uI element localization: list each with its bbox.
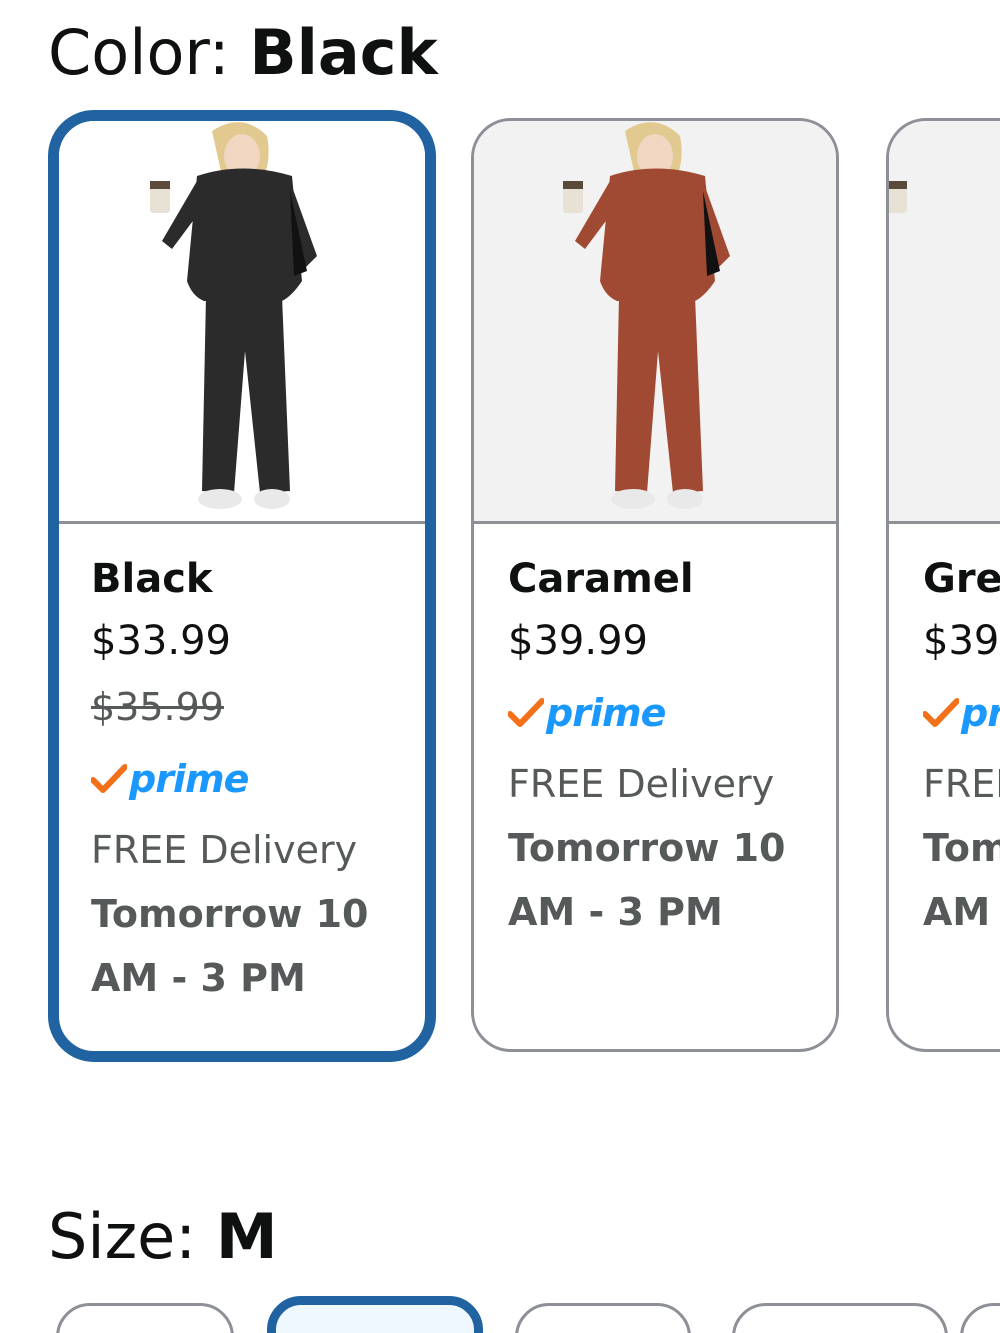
delivery-label: FREE Delivery bbox=[91, 828, 358, 872]
size-option-selected[interactable] bbox=[267, 1296, 483, 1333]
option-price: $33.99 bbox=[91, 618, 231, 664]
option-name: Black bbox=[91, 556, 213, 602]
size-option[interactable] bbox=[515, 1303, 691, 1333]
model-figure-black bbox=[150, 122, 317, 509]
product-image-black bbox=[59, 121, 425, 524]
size-option[interactable] bbox=[732, 1303, 948, 1333]
size-heading: Size: M bbox=[48, 1206, 278, 1268]
prime-label: prime bbox=[961, 691, 1000, 735]
prime-badge: prime bbox=[91, 740, 425, 818]
color-option-black[interactable]: Black $33.99 $35.99 prime FREE Delivery … bbox=[48, 110, 436, 1062]
product-image-grey bbox=[889, 121, 1000, 524]
delivery-date-line2: AM - 3 PM bbox=[923, 890, 1000, 934]
delivery-date-line2: AM - 3 PM bbox=[91, 956, 306, 1000]
size-heading-value: M bbox=[215, 1200, 278, 1273]
prime-check-icon bbox=[508, 698, 544, 727]
prime-label: prime bbox=[129, 757, 249, 801]
delivery-date-line1: Tomorrow 10 bbox=[508, 826, 786, 870]
model-figure-grey bbox=[889, 181, 907, 213]
option-info-caramel: Caramel $39.99 prime FREE Delivery Tomor… bbox=[474, 524, 836, 944]
color-option-grey[interactable]: Grey $39.99 prime FREE Delivery Tomorrow… bbox=[886, 118, 1000, 1052]
prime-check-icon bbox=[923, 698, 959, 727]
delivery-label: FREE Delivery bbox=[508, 762, 775, 806]
model-figure-caramel bbox=[563, 122, 730, 509]
delivery-date-line2: AM - 3 PM bbox=[508, 890, 723, 934]
option-list-price: $35.99 bbox=[91, 685, 224, 729]
delivery-label: FREE Delivery bbox=[923, 762, 1000, 806]
option-price: $39.99 bbox=[508, 618, 648, 664]
prime-badge: prime bbox=[508, 674, 836, 752]
prime-label: prime bbox=[546, 691, 666, 735]
color-option-caramel[interactable]: Caramel $39.99 prime FREE Delivery Tomor… bbox=[471, 118, 839, 1052]
prime-check-icon bbox=[91, 764, 127, 793]
color-heading: Color: Black bbox=[48, 22, 438, 84]
color-heading-label: Color: bbox=[48, 16, 250, 89]
variation-picker: Color: Black Black $33.99 $35.99 prime F… bbox=[0, 0, 1000, 1333]
product-image-caramel bbox=[474, 121, 836, 524]
delivery-date-line1: Tomorrow 10 bbox=[91, 892, 369, 936]
option-name: Grey bbox=[923, 556, 1000, 602]
option-price: $39.99 bbox=[923, 618, 1000, 664]
option-info-grey: Grey $39.99 prime FREE Delivery Tomorrow… bbox=[889, 524, 1000, 944]
color-heading-value: Black bbox=[249, 16, 438, 89]
prime-badge: prime bbox=[923, 674, 1000, 752]
size-option[interactable] bbox=[960, 1303, 1000, 1333]
size-option[interactable] bbox=[56, 1303, 234, 1333]
option-info-black: Black $33.99 $35.99 prime FREE Delivery … bbox=[59, 524, 425, 1010]
delivery-date-line1: Tomorrow 10 bbox=[923, 826, 1000, 870]
size-heading-label: Size: bbox=[48, 1200, 216, 1273]
option-name: Caramel bbox=[508, 556, 694, 602]
